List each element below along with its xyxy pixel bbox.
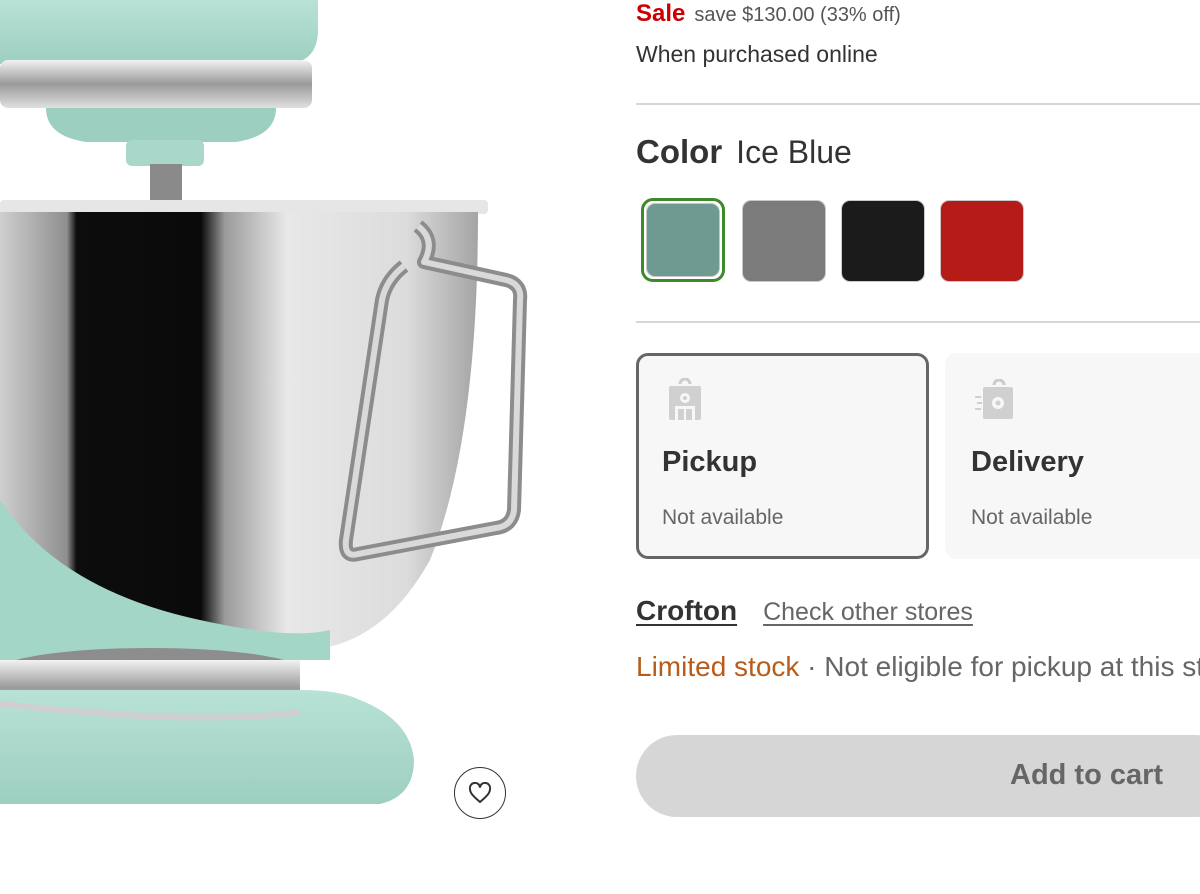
delivery-status: Not available bbox=[971, 506, 1093, 529]
color-label: Color bbox=[636, 133, 723, 170]
selected-color-value: Ice Blue bbox=[736, 134, 852, 170]
pickup-bag-icon bbox=[667, 377, 703, 427]
stock-line: Limited stock · Not eligible for pickup … bbox=[636, 651, 1200, 683]
color-swatch-ice-blue[interactable] bbox=[641, 198, 725, 282]
swatch-fill bbox=[841, 200, 925, 282]
swatch-fill bbox=[646, 203, 720, 277]
color-swatch-black[interactable] bbox=[841, 200, 925, 282]
color-swatch-red[interactable] bbox=[940, 200, 1024, 282]
price-line: Sale save $130.00 (33% off) bbox=[636, 0, 901, 32]
sale-label: Sale bbox=[636, 0, 686, 27]
delivery-bag-icon bbox=[975, 378, 1015, 428]
delivery-option-card[interactable]: Delivery Not available bbox=[945, 353, 1200, 559]
add-to-cart-button[interactable]: Add to cart bbox=[636, 735, 1200, 817]
favorite-button[interactable] bbox=[454, 767, 506, 819]
pickup-option-card[interactable]: Pickup Not available bbox=[636, 353, 929, 559]
divider bbox=[636, 321, 1200, 323]
stock-separator: · bbox=[799, 651, 825, 682]
store-line: Crofton Check other stores bbox=[636, 595, 973, 627]
pickup-status: Not available bbox=[662, 506, 784, 529]
purchase-note: When purchased online bbox=[636, 41, 878, 67]
pickup-title: Pickup bbox=[662, 446, 758, 478]
swatch-fill bbox=[742, 200, 826, 282]
color-heading: Color Ice Blue bbox=[636, 133, 852, 171]
savings-text: save $130.00 (33% off) bbox=[694, 4, 901, 26]
product-image bbox=[0, 0, 560, 894]
product-details: Sale save $130.00 (33% off) When purchas… bbox=[636, 0, 1200, 894]
stock-status: Limited stock bbox=[636, 651, 800, 682]
divider bbox=[636, 103, 1200, 105]
product-page: Sale save $130.00 (33% off) When purchas… bbox=[0, 0, 1200, 894]
swatch-fill bbox=[940, 200, 1024, 282]
add-to-cart-label: Add to cart bbox=[1010, 759, 1164, 791]
check-other-stores-link[interactable]: Check other stores bbox=[763, 598, 973, 627]
color-swatch-gray[interactable] bbox=[742, 200, 826, 282]
heart-icon bbox=[468, 782, 492, 803]
delivery-title: Delivery bbox=[971, 446, 1084, 478]
store-name-link[interactable]: Crofton bbox=[636, 595, 737, 627]
stock-note: Not eligible for pickup at this store bbox=[824, 651, 1200, 682]
